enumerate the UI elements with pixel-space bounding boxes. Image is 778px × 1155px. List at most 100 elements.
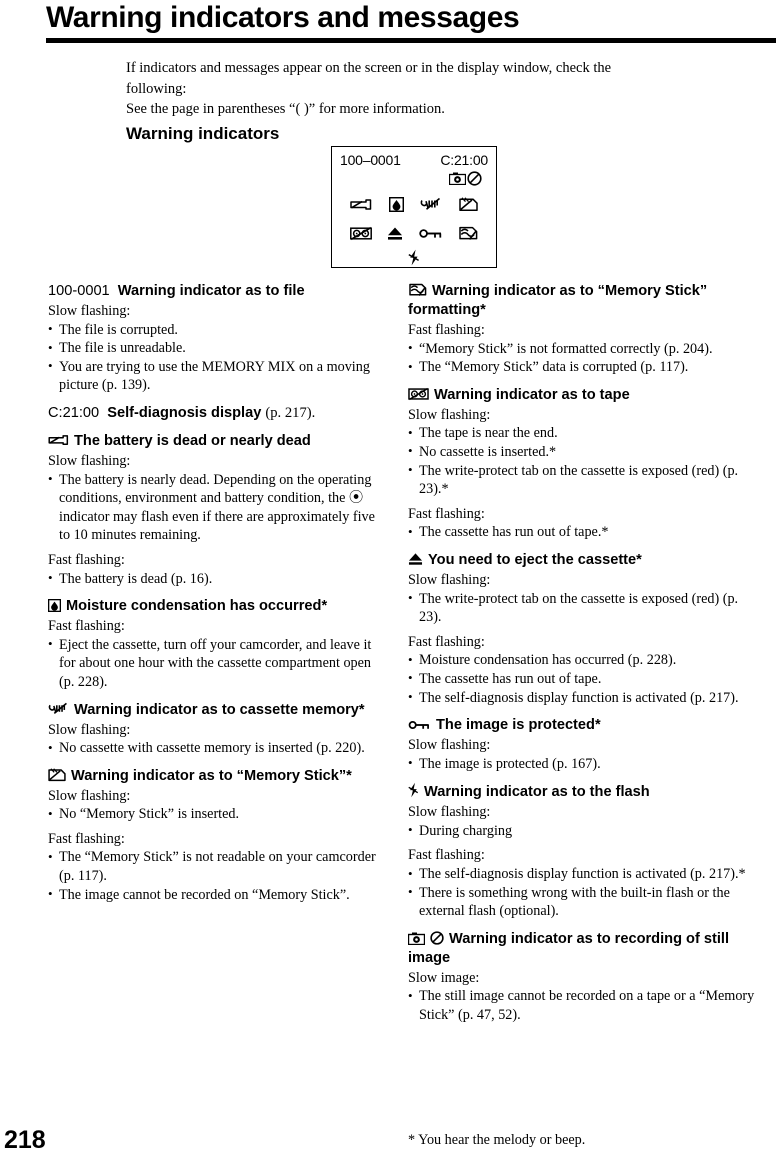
page-number: 218 <box>4 1126 46 1154</box>
tape-icon <box>349 226 372 241</box>
moisture-icon <box>388 197 404 212</box>
lcd-diagnosis-code: C:21:00 <box>440 152 488 168</box>
entry-title: Warning indicator as to “Memory Stick” f… <box>408 283 708 318</box>
memory-stick-format-icon <box>408 282 427 297</box>
flash-label: Slow flashing: <box>408 571 491 588</box>
bullet-list: The still image cannot be recorded on a … <box>408 987 763 1024</box>
title-divider <box>46 38 776 43</box>
list-item: No “Memory Stick” is inserted. <box>48 805 388 824</box>
entry-tape-warning: Warning indicator as to tape Slow flashi… <box>408 386 763 542</box>
bullet-list: “Memory Stick” is not formatted correctl… <box>408 339 763 377</box>
list-item: The self-diagnosis display function is a… <box>408 865 763 884</box>
list-item: There is something wrong with the built-… <box>408 883 763 921</box>
flash-label: Fast flashing: <box>408 322 485 338</box>
list-item: The battery is nearly dead. Depending on… <box>48 470 388 545</box>
list-item: During charging <box>408 821 763 841</box>
flash-icon <box>408 249 420 266</box>
flash-label: Slow flashing: <box>408 737 491 754</box>
entry-still-image-recording: Warning indicator as to recording of sti… <box>408 930 763 1025</box>
entry-title: Warning indicator as to the flash <box>424 784 650 801</box>
list-item: The image is protected (p. 167). <box>408 754 763 774</box>
bullet-list: The write-protect tab on the cassette is… <box>408 589 763 627</box>
entry-heading: Warning indicator as to recording of sti… <box>408 930 763 968</box>
page-title: Warning indicators and messages <box>46 1 520 34</box>
key-protect-icon <box>419 227 443 240</box>
key-protect-icon <box>408 719 431 731</box>
lcd-display-diagram: 100–0001 C:21:00 <box>331 146 497 268</box>
right-column: Warning indicator as to “Memory Stick” f… <box>408 282 763 1034</box>
bullet-list: The self-diagnosis display function is a… <box>408 865 763 921</box>
flash-label: Slow flashing: <box>408 804 491 821</box>
entry-title: You need to eject the cassette* <box>428 551 642 568</box>
entry-image-protected: The image is protected* Slow flashing: T… <box>408 716 763 773</box>
entry-cassette-memory: Warning indicator as to cassette memory*… <box>48 701 388 758</box>
list-item: The tape is near the end. <box>408 424 763 443</box>
entry-eject-cassette: You need to eject the cassette* Slow fla… <box>408 551 763 707</box>
flash-label: Slow flashing: <box>48 303 131 319</box>
entry-title: Warning indicator as to “Memory Stick”* <box>71 767 352 784</box>
entry-heading: The battery is dead or nearly dead <box>48 432 388 451</box>
flash-label: Fast flashing: <box>48 618 125 635</box>
flash-label: Slow flashing: <box>48 787 131 804</box>
flash-label: Fast flashing: <box>408 847 485 864</box>
list-item: The file is unreadable. <box>48 339 388 358</box>
bullet-list: The battery is dead (p. 16). <box>48 569 388 589</box>
cassette-memory-icon <box>48 702 69 716</box>
flash-icon <box>408 782 419 798</box>
entry-heading: Warning indicator as to tape <box>408 386 763 405</box>
memory-stick-icon <box>48 768 66 782</box>
bullet-list: No cassette with cassette memory is inse… <box>48 739 388 758</box>
footnote-melody-beep: * You hear the melody or beep. <box>408 1132 586 1148</box>
list-item: The cassette has run out of tape.* <box>408 523 763 542</box>
flash-label: Slow flashing: <box>408 406 491 423</box>
list-item: The image cannot be recorded on “Memory … <box>48 885 388 905</box>
list-item: The write-protect tab on the cassette is… <box>408 589 763 627</box>
entry-memory-stick: Warning indicator as to “Memory Stick”* … <box>48 767 388 905</box>
entry-code: 100-0001 <box>48 283 110 299</box>
list-item: No cassette with cassette memory is inse… <box>48 739 388 758</box>
entry-heading: C:21:00 Self-diagnosis display (p. 217). <box>48 404 388 423</box>
list-item: The self-diagnosis display function is a… <box>408 688 763 708</box>
entry-battery-dead: The battery is dead or nearly dead Slow … <box>48 432 388 588</box>
bullet-list: The cassette has run out of tape.* <box>408 523 763 542</box>
eject-icon <box>408 552 423 566</box>
camera-icon <box>408 932 425 945</box>
entry-heading: Moisture condensation has occurred* <box>48 597 388 616</box>
bullet-list: The tape is near the end. No cassette is… <box>408 424 763 498</box>
entry-title: The image is protected* <box>436 717 601 734</box>
list-item: The file is corrupted. <box>48 320 388 340</box>
flash-label: Fast flashing: <box>48 830 125 847</box>
intro-line-3: See the page in parentheses “( )” for mo… <box>126 101 445 117</box>
lcd-no-still-image-group <box>332 171 482 186</box>
lcd-icon-row-2 <box>342 225 486 241</box>
lcd-icon-row-3 <box>342 249 486 266</box>
entry-heading: 100-0001 Warning indicator as to file <box>48 282 388 301</box>
bullet-list: Eject the cassette, turn off your camcor… <box>48 635 388 692</box>
list-item: Eject the cassette, turn off your camcor… <box>48 635 388 692</box>
list-item: The cassette has run out of tape. <box>408 669 763 689</box>
flash-label: Slow image: <box>408 969 480 986</box>
bullet-list: The battery is nearly dead. Depending on… <box>48 470 388 545</box>
list-item: The battery is dead (p. 16). <box>48 569 388 589</box>
entry-title: Warning indicator as to cassette memory* <box>74 701 365 718</box>
list-item: The still image cannot be recorded on a … <box>408 987 763 1024</box>
entry-heading: The image is protected* <box>408 716 763 735</box>
no-symbol-icon <box>467 171 482 186</box>
section-heading-warning-indicators: Warning indicators <box>126 124 280 143</box>
lcd-file-code: 100–0001 <box>340 152 401 168</box>
entry-self-diagnosis: C:21:00 Self-diagnosis display (p. 217). <box>48 404 388 423</box>
tape-icon <box>408 387 429 401</box>
memory-stick-icon <box>459 197 478 212</box>
entry-code: C:21:00 <box>48 404 100 421</box>
list-item: The “Memory Stick” is not readable on yo… <box>48 848 388 885</box>
entry-flash-warning: Warning indicator as to the flash Slow f… <box>408 782 763 921</box>
list-item: The write-protect tab on the cassette is… <box>408 461 763 499</box>
flash-label: Fast flashing: <box>48 551 125 568</box>
flash-label: Fast flashing: <box>408 633 485 650</box>
battery-low-icon <box>350 198 372 212</box>
lcd-top-codes: 100–0001 C:21:00 <box>340 152 488 168</box>
battery-low-icon <box>48 434 69 447</box>
entry-heading: You need to eject the cassette* <box>408 551 763 570</box>
bullet-list: The image is protected (p. 167). <box>408 754 763 774</box>
entry-memory-stick-formatting: Warning indicator as to “Memory Stick” f… <box>408 282 763 377</box>
